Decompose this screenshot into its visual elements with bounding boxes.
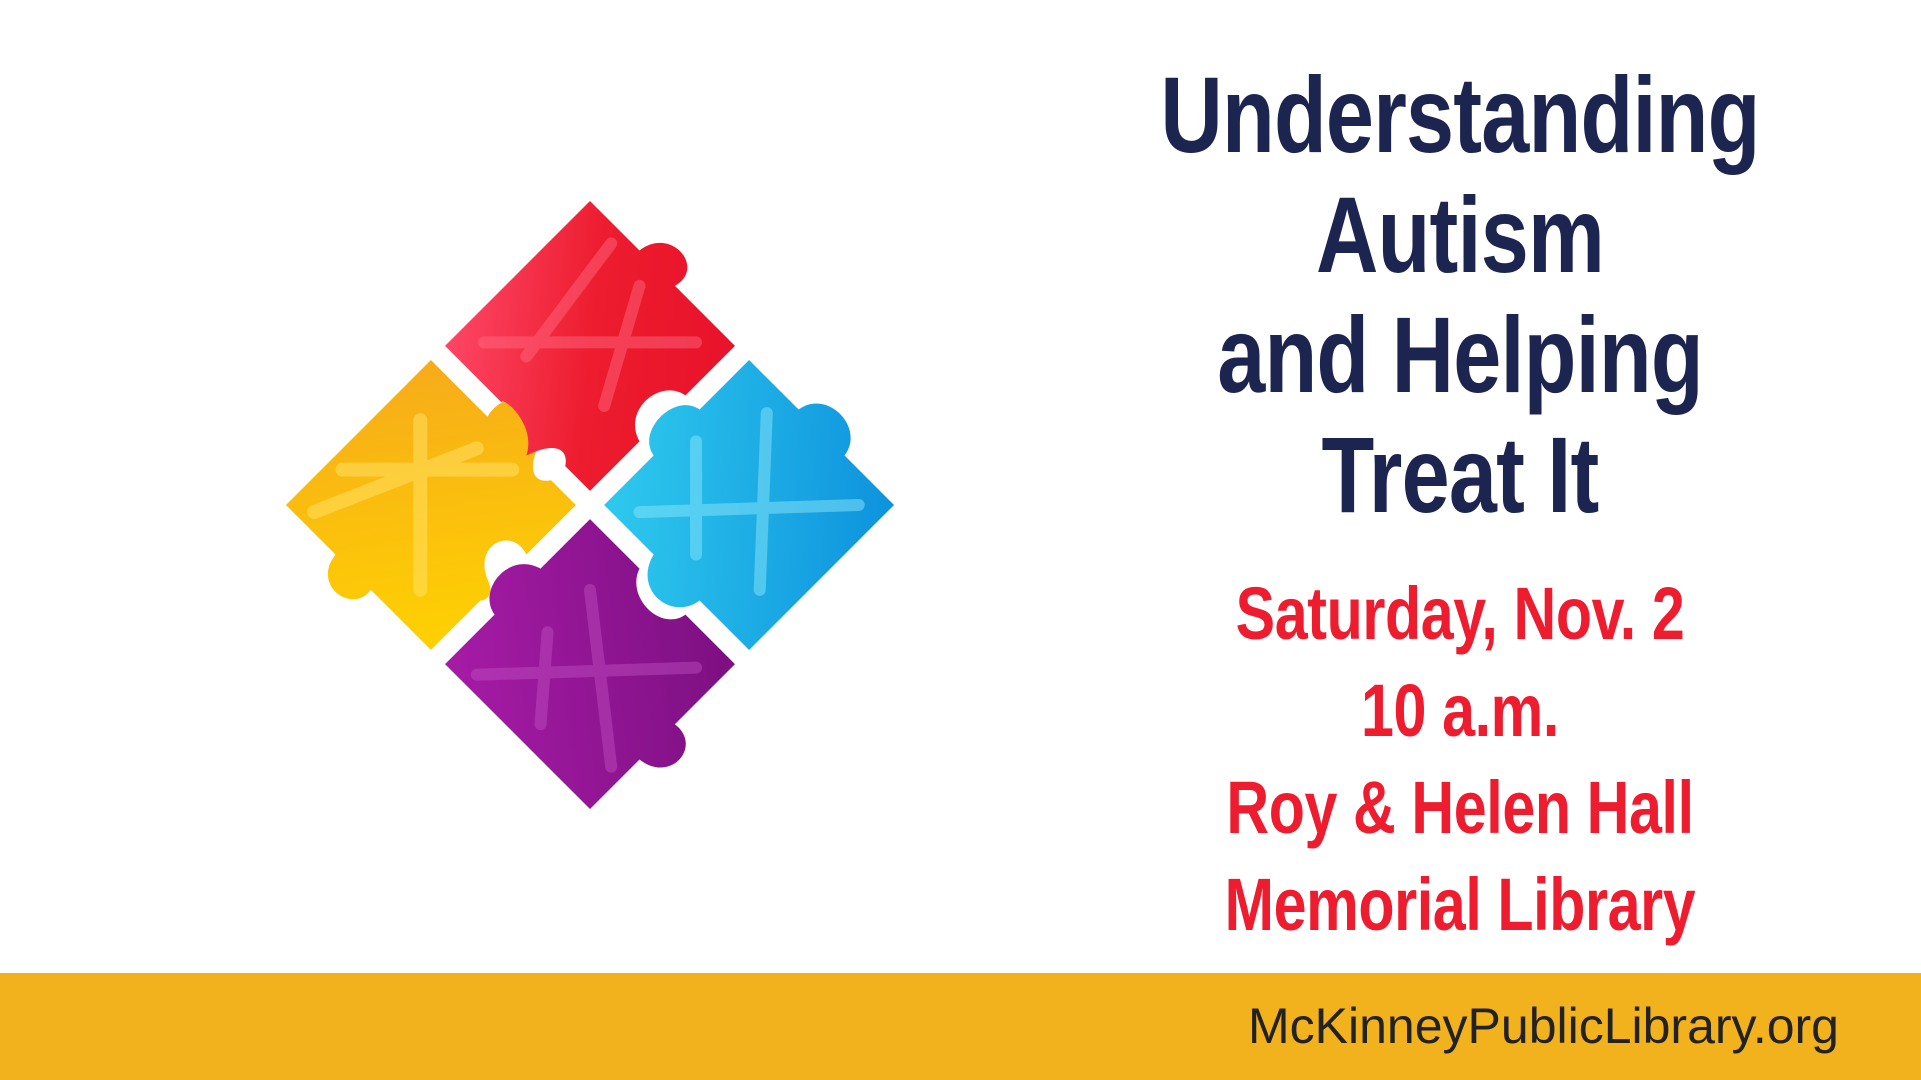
title-line-1: Understanding: [1160, 54, 1760, 175]
puzzle-pieces-icon: [285, 200, 895, 810]
event-date: Saturday, Nov. 2: [1235, 572, 1685, 655]
puzzle-graphic: [120, 45, 1070, 975]
title-line-3: and Helping: [1217, 294, 1703, 415]
website-url[interactable]: McKinneyPublicLibrary.org: [1248, 973, 1839, 1080]
event-poster: Understanding Autism and Helping Treat I…: [0, 0, 1921, 1080]
event-details: Saturday, Nov. 2 10 a.m. Roy & Helen Hal…: [1140, 565, 1780, 953]
event-text: Understanding Autism and Helping Treat I…: [1140, 55, 1780, 953]
event-title: Understanding Autism and Helping Treat I…: [1140, 55, 1780, 535]
footer-bar: McKinneyPublicLibrary.org: [0, 973, 1921, 1080]
title-line-4: Treat It: [1321, 414, 1600, 535]
event-venue-line-1: Roy & Helen Hall: [1226, 766, 1694, 849]
event-venue-line-2: Memorial Library: [1224, 863, 1696, 946]
title-line-2: Autism: [1315, 174, 1605, 295]
event-time: 10 a.m.: [1361, 669, 1559, 752]
